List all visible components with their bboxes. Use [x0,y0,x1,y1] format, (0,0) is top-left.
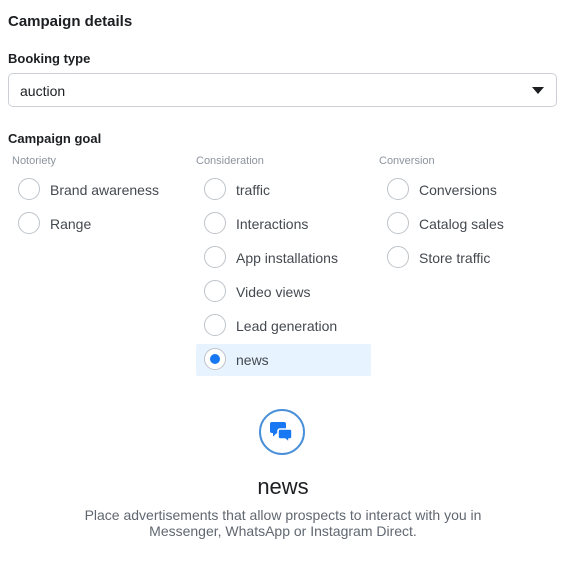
booking-type-select[interactable]: auction [8,73,557,107]
section-title: Campaign details [8,13,133,30]
goal-option-interactions[interactable]: Interactions [196,208,371,240]
dropdown-arrow-icon [532,87,544,94]
radio-button[interactable] [387,246,409,268]
option-label: Interactions [236,216,309,232]
option-label: Lead generation [236,318,338,334]
radio-button[interactable] [204,212,226,234]
goal-option-news[interactable]: news [196,344,371,376]
radio-button[interactable] [204,314,226,336]
goal-option-app-installations[interactable]: App installations [196,242,371,274]
radio-button[interactable] [18,212,40,234]
radio-button[interactable] [204,178,226,200]
option-label: Conversions [419,182,497,198]
option-label: Brand awareness [50,182,159,198]
option-label: Range [50,216,92,232]
booking-type-value: auction [20,83,66,99]
radio-button[interactable] [18,178,40,200]
option-label: Store traffic [419,250,491,266]
goal-column-notoriety: Notoriety Brand awareness Range [12,154,159,234]
goal-option-catalog-sales[interactable]: Catalog sales [379,208,554,240]
radio-button[interactable] [204,246,226,268]
option-label: traffic [236,182,270,198]
campaign-goal-label: Campaign goal [8,131,102,146]
goal-column-conversion: Conversion Conversions Catalog sales Sto… [379,154,504,268]
radio-button[interactable] [204,348,226,370]
goal-option-conversions[interactable]: Conversions [379,174,554,206]
goal-option-brand-awareness[interactable]: Brand awareness [10,174,180,206]
messages-icon [259,409,305,455]
goal-option-lead-generation[interactable]: Lead generation [196,310,371,342]
booking-type-label: Booking type [8,51,91,66]
option-label: Catalog sales [419,216,504,232]
radio-button[interactable] [387,178,409,200]
option-label: App installations [236,250,338,266]
radio-dot [210,354,220,364]
option-label: news [236,352,269,368]
goal-option-range[interactable]: Range [10,208,180,240]
column-header: Consideration [196,155,264,167]
goal-option-video-views[interactable]: Video views [196,276,371,308]
goal-column-consideration: Consideration traffic Interactions App i… [196,154,371,376]
option-label: Video views [236,284,311,300]
preview-description: Place advertisements that allow prospect… [84,507,482,539]
column-header: Notoriety [12,155,57,167]
goal-option-traffic[interactable]: traffic [196,174,371,206]
radio-button[interactable] [204,280,226,302]
preview-title: news [257,474,309,499]
goal-option-store-traffic[interactable]: Store traffic [379,242,554,274]
radio-button[interactable] [387,212,409,234]
chat-bubbles-icon [270,422,293,443]
column-header: Conversion [379,155,435,167]
